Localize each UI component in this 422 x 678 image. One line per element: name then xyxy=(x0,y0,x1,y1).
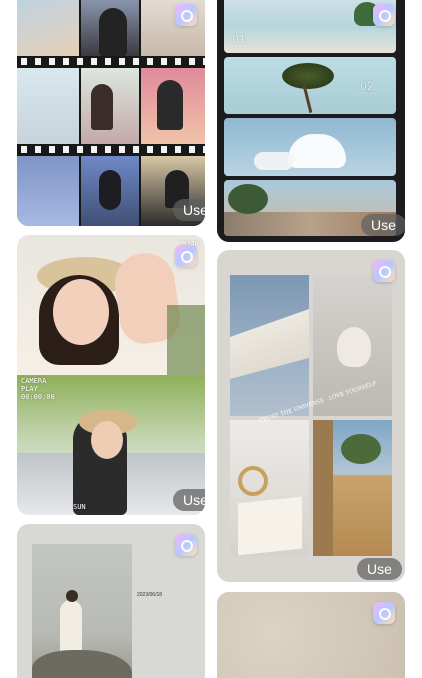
date-label: 2023/06/18 xyxy=(137,592,163,598)
template-preview-image xyxy=(230,420,309,556)
use-button[interactable]: Use xyxy=(173,489,205,511)
template-preview-image: 01 xyxy=(224,0,396,53)
photo-number-label: 02 xyxy=(360,80,374,93)
template-badge-icon xyxy=(175,245,197,267)
template-preview-image xyxy=(224,118,396,176)
template-preview-image xyxy=(313,420,392,556)
photo-number-label: 01 xyxy=(232,33,246,46)
template-card-minimal-portrait[interactable]: 2023/06/18 xyxy=(17,524,205,678)
template-preview-image xyxy=(313,275,392,416)
use-button[interactable]: Use xyxy=(173,199,205,221)
template-card-paper-texture[interactable] xyxy=(217,592,405,678)
template-badge-icon xyxy=(373,4,395,26)
template-badge-icon xyxy=(175,534,197,556)
template-card-beach-series[interactable]: 01 02 Use xyxy=(217,0,405,242)
template-card-aesthetic-collage[interactable]: TRUST THE UNIVERSE · LOVE YOURSELF Use xyxy=(217,250,405,582)
vlog-overlay-left: CAMERA PLAY 00:00:00 xyxy=(21,377,55,401)
use-button[interactable]: Use xyxy=(361,214,405,236)
template-preview-image xyxy=(17,0,205,226)
vlog-overlay-bottom: SUN xyxy=(73,503,86,511)
template-card-filmstrip[interactable]: Use xyxy=(17,0,205,226)
template-badge-icon xyxy=(373,260,395,282)
template-badge-icon xyxy=(373,602,395,624)
template-preview-image: 02 xyxy=(224,57,396,114)
use-button[interactable]: Use xyxy=(357,558,402,580)
template-preview-image xyxy=(32,544,132,678)
template-card-vlog[interactable]: M34B CAMERA PLAY 00:00:00 SUN Use xyxy=(17,235,205,515)
template-gallery: Use 01 02 Use M34B CAMERA PLAY 00:00:00 … xyxy=(0,0,422,678)
template-badge-icon xyxy=(175,4,197,26)
template-preview-image xyxy=(230,275,309,416)
